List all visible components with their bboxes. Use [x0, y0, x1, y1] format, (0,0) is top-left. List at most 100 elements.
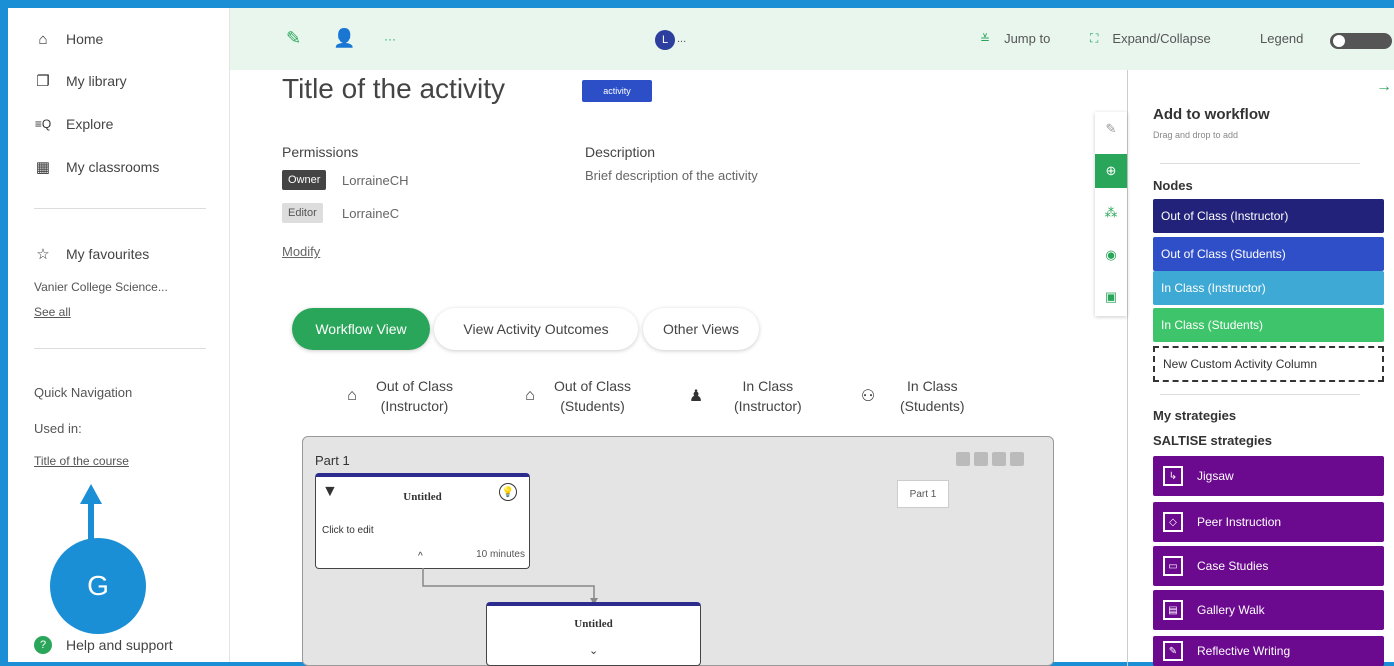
clipboard-icon[interactable]: ▣	[1095, 280, 1127, 314]
avatar-more[interactable]: ...	[677, 33, 686, 45]
calendar-icon: ▦	[35, 159, 51, 176]
sidebar-item-classrooms[interactable]: ▦ My classrooms	[34, 158, 159, 176]
node-type-ooc-instructor[interactable]: Out of Class (Instructor)	[1153, 199, 1384, 233]
help-support-link[interactable]: ? Help and support	[34, 636, 173, 654]
page-title: Title of the activity	[282, 73, 506, 104]
column-label: (Instructor)	[734, 398, 802, 414]
pencil-icon[interactable]: ✎	[286, 28, 301, 49]
chevron-down-icon: ≚	[980, 31, 991, 46]
house-instructor-icon: ⌂	[347, 387, 357, 404]
quick-nav-heading: Quick Navigation	[34, 385, 133, 400]
legend-label-wrap: Legend	[1260, 31, 1303, 46]
used-in-label: Used in:	[34, 421, 82, 436]
node-title: Untitled	[403, 491, 442, 503]
node-type-label: Out of Class (Instructor)	[1161, 209, 1289, 223]
jigsaw-icon: ↳	[1163, 466, 1183, 486]
tab-other-views[interactable]: Other Views	[643, 308, 759, 350]
node-type-ic-instructor[interactable]: In Class (Instructor)	[1153, 271, 1384, 305]
node-body: Click to edit	[322, 525, 374, 536]
sidebar-item-library[interactable]: ❐ My library	[34, 72, 127, 90]
column-header-ic-instructor: ♟ In Class (Instructor)	[686, 376, 802, 416]
new-custom-column-button[interactable]: New Custom Activity Column	[1153, 346, 1384, 382]
part-toolbar	[956, 452, 1024, 466]
column-label: Out of Class	[376, 378, 454, 394]
top-toolbar: ✎ 👤 ··· L ... ≚ Jump to ⛶ Expand/Collaps…	[230, 8, 1394, 70]
delete-icon[interactable]	[992, 452, 1006, 466]
course-link[interactable]: Title of the course	[34, 454, 129, 468]
gallery-icon: ▤	[1163, 600, 1183, 620]
description-label: Description	[585, 144, 656, 160]
tab-activity-outcomes[interactable]: View Activity Outcomes	[434, 308, 638, 350]
sidebar-item-explore[interactable]: ≡Q Explore	[34, 115, 114, 133]
add-icon[interactable]	[956, 452, 970, 466]
edit-icon[interactable]: ✎	[1095, 112, 1127, 146]
expand-collapse-button[interactable]: ⛶ Expand/Collapse	[1090, 31, 1211, 46]
nodes-icon[interactable]: ⁂	[1095, 196, 1127, 230]
strategy-peer-instruction[interactable]: ◇ Peer Instruction	[1153, 502, 1384, 542]
column-label: (Students)	[900, 398, 965, 414]
callout-badge: G	[50, 538, 146, 634]
node-type-label: In Class (Instructor)	[1161, 281, 1266, 295]
strategy-reflective-writing[interactable]: ✎ Reflective Writing	[1153, 636, 1384, 666]
avatar[interactable]: L	[655, 30, 675, 50]
description-text: Brief description of the activity	[585, 168, 758, 183]
node-title: Untitled	[574, 618, 613, 630]
strategy-jigsaw[interactable]: ↳ Jigsaw	[1153, 456, 1384, 496]
more-icon[interactable]: ···	[384, 32, 396, 46]
writing-icon: ✎	[1163, 641, 1183, 661]
modify-link[interactable]: Modify	[282, 244, 320, 259]
sidebar-item-label: Explore	[66, 116, 114, 132]
add-circle-icon[interactable]: ⊕	[1095, 154, 1127, 188]
help-label: Help and support	[66, 637, 173, 653]
house-students-icon: ⌂	[525, 387, 535, 404]
panel-divider	[1127, 70, 1128, 666]
duplicate-icon[interactable]	[974, 452, 988, 466]
sidebar-item-label: Home	[66, 31, 104, 47]
strategy-label: Reflective Writing	[1197, 644, 1291, 658]
strategy-label: Case Studies	[1197, 559, 1269, 573]
lightbulb-icon: 💡	[499, 483, 517, 501]
tab-workflow-view[interactable]: Workflow View	[292, 308, 430, 350]
activity-badge: activity	[582, 80, 652, 102]
sidebar-item-label: My classrooms	[66, 159, 160, 175]
column-header-ooc-students: ⌂ Out of Class (Students)	[520, 376, 631, 416]
part-title[interactable]: Part 1	[315, 453, 350, 468]
editor-name: LorraineC	[342, 206, 400, 221]
strategy-case-studies[interactable]: ▭ Case Studies	[1153, 546, 1384, 586]
node-type-ic-students[interactable]: In Class (Students)	[1153, 308, 1384, 342]
column-label: In Class	[742, 378, 794, 394]
comment-icon[interactable]	[1010, 452, 1024, 466]
eye-icon[interactable]: ◉	[1095, 238, 1127, 272]
sidebar-item-label: My favourites	[66, 246, 150, 262]
add-user-icon[interactable]: 👤	[333, 28, 355, 49]
column-header-ic-students: ⚇ In Class (Students)	[858, 376, 965, 416]
peer-instruction-icon: ◇	[1163, 512, 1183, 532]
panel-divider	[1160, 394, 1360, 395]
editor-role-badge: Editor	[282, 203, 323, 223]
arrow-right-icon[interactable]: →	[1376, 78, 1392, 96]
star-icon: ☆	[36, 246, 50, 263]
sidebar-item-label: My library	[66, 73, 127, 89]
see-all-link[interactable]: See all	[34, 305, 71, 319]
help-icon: ?	[34, 636, 52, 654]
favourite-item[interactable]: Vanier College Science...	[34, 280, 168, 294]
owner-role-badge: Owner	[282, 170, 327, 190]
part-label[interactable]: Part 1	[897, 480, 949, 508]
sidebar-divider	[34, 348, 206, 349]
node-time: 10 minutes	[476, 549, 525, 560]
jump-to-button[interactable]: ≚ Jump to	[980, 31, 1050, 46]
sidebar-item-home[interactable]: ⌂ Home	[34, 30, 103, 48]
nodes-heading: Nodes	[1153, 178, 1193, 193]
node-type-ooc-students[interactable]: Out of Class (Students)	[1153, 237, 1384, 271]
strategy-gallery-walk[interactable]: ▤ Gallery Walk	[1153, 590, 1384, 630]
strategy-label: Jigsaw	[1197, 469, 1234, 483]
sidebar-item-favourites[interactable]: ☆ My favourites	[34, 245, 149, 263]
node-card[interactable]: Untitled ⌄	[486, 602, 701, 666]
chevron-down-icon[interactable]: ⌄	[589, 644, 598, 657]
chevron-up-icon[interactable]: ^	[418, 551, 423, 562]
sidebar-divider	[34, 208, 206, 209]
legend-toggle[interactable]	[1330, 33, 1392, 49]
expand-collapse-label: Expand/Collapse	[1112, 31, 1211, 46]
permissions-label: Permissions	[282, 144, 359, 160]
node-card[interactable]: ▼ Untitled 💡 Click to edit 10 minutes ^	[315, 473, 530, 569]
